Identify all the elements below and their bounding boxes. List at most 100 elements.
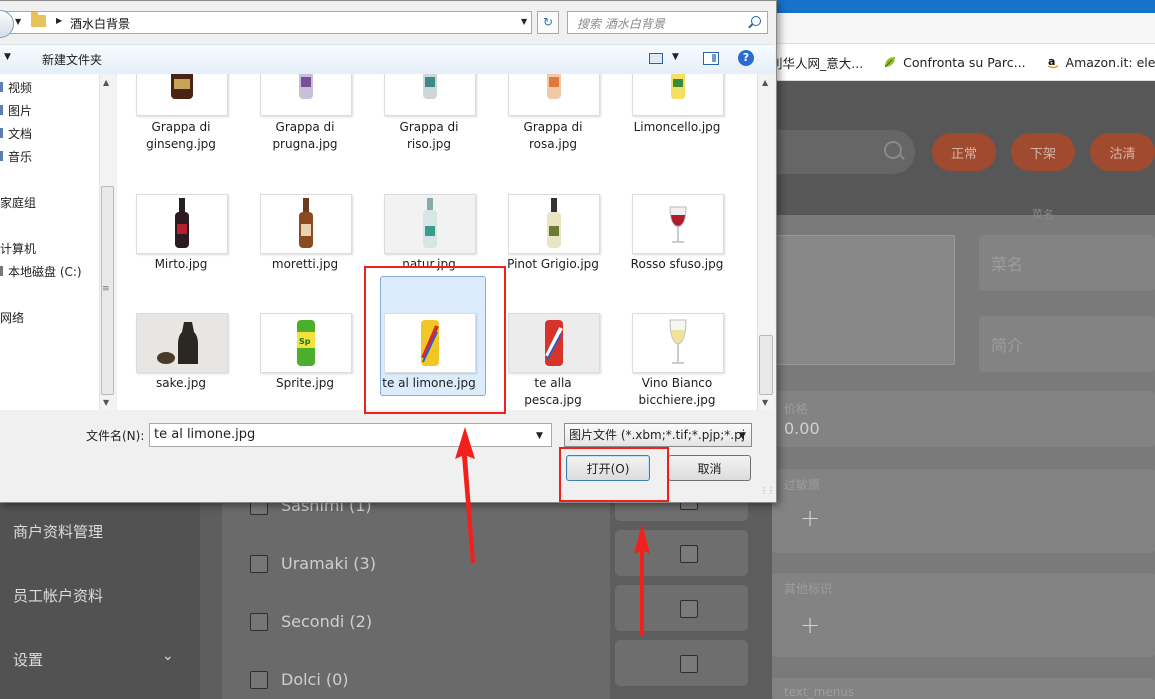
browser-address-area bbox=[770, 13, 1155, 44]
chevron-down-icon[interactable]: ⌄ bbox=[162, 648, 174, 664]
folder-icon bbox=[31, 12, 46, 27]
category-item[interactable]: Secondi (2) bbox=[250, 612, 550, 631]
drive-icon bbox=[0, 266, 3, 276]
category-label: Uramaki (3) bbox=[281, 554, 376, 573]
text-menus-section: text_menus bbox=[772, 678, 1155, 699]
price-value: 0.00 bbox=[784, 419, 820, 438]
nav-item-videos[interactable]: 视频 bbox=[0, 79, 32, 96]
address-dropdown-icon[interactable]: ▼ bbox=[521, 17, 527, 26]
checkbox[interactable] bbox=[250, 612, 268, 631]
nav-item-music[interactable]: 音乐 bbox=[0, 148, 32, 165]
file-thumbnail bbox=[508, 74, 600, 116]
category-item[interactable]: Dolci (0) bbox=[250, 670, 550, 689]
checkbox[interactable] bbox=[680, 545, 698, 563]
file-thumbnail bbox=[632, 194, 724, 254]
filename-input[interactable]: te al limone.jpg bbox=[149, 423, 552, 447]
file-thumbnail bbox=[136, 74, 228, 116]
file-thumbnail bbox=[508, 313, 600, 373]
file-name: Limoncello.jpg bbox=[633, 120, 721, 134]
view-icon[interactable] bbox=[649, 53, 663, 64]
filename-dropdown-icon[interactable]: ▼ bbox=[536, 431, 543, 441]
folder-search-placeholder: 搜索 酒水白背景 bbox=[577, 17, 665, 31]
file-type-dropdown-icon[interactable]: ▼ bbox=[739, 431, 746, 441]
leaf-icon bbox=[883, 55, 897, 69]
category-label: Secondi (2) bbox=[281, 612, 373, 631]
sidebar-item-merchant[interactable]: 商户资料管理 bbox=[13, 521, 193, 542]
file-thumbnail bbox=[384, 194, 476, 254]
file-thumbnail: Sp bbox=[260, 313, 352, 373]
annotation-box-open-button bbox=[559, 447, 669, 502]
file-thumbnail bbox=[384, 74, 476, 116]
music-icon bbox=[0, 151, 3, 161]
history-drop-icon[interactable]: ▼ bbox=[15, 17, 21, 26]
new-folder-button[interactable]: 新建文件夹 bbox=[42, 51, 102, 68]
preview-pane-icon[interactable] bbox=[703, 52, 719, 65]
add-allergen-icon[interactable]: + bbox=[800, 504, 820, 532]
documents-icon bbox=[0, 128, 3, 138]
file-name: Rosso sfuso.jpg bbox=[630, 257, 724, 271]
file-name: Vino Bianco bicchiere.jpg bbox=[638, 376, 716, 407]
status-normal-button[interactable]: 正常 bbox=[932, 133, 996, 171]
bookmark-item[interactable]: Confronta su Parc... bbox=[883, 55, 1026, 70]
help-icon[interactable]: ? bbox=[738, 50, 754, 66]
allergen-label: 过敏原 bbox=[784, 478, 821, 492]
price-field[interactable]: 价格 0.00 bbox=[772, 391, 1155, 447]
file-name: Grappa di riso.jpg bbox=[399, 120, 459, 151]
nav-item-local-disk[interactable]: 本地磁盘 (C:) bbox=[0, 263, 82, 280]
refresh-button[interactable]: ↻ bbox=[537, 11, 559, 34]
scroll-up-icon[interactable]: ▲ bbox=[762, 78, 768, 87]
grip-icon: ≡ bbox=[102, 284, 110, 294]
checkbox[interactable] bbox=[680, 655, 698, 673]
file-name: Pinot Grigio.jpg bbox=[507, 257, 599, 271]
scroll-down-icon[interactable]: ▼ bbox=[103, 398, 109, 407]
bookmark-item[interactable]: 利华人网_意大... bbox=[770, 53, 863, 72]
category-label: Dolci (0) bbox=[281, 670, 349, 689]
search-icon[interactable] bbox=[884, 141, 902, 159]
scroll-down-icon[interactable]: ▼ bbox=[762, 398, 768, 407]
file-scrollbar-thumb[interactable] bbox=[759, 335, 773, 395]
sidebar-item-staff[interactable]: 员工帐户资料 bbox=[13, 585, 193, 606]
status-offshelf-button[interactable]: 下架 bbox=[1011, 133, 1075, 171]
nav-item-documents[interactable]: 文档 bbox=[0, 125, 32, 142]
file-thumbnail bbox=[136, 313, 228, 373]
allergen-section: 过敏原 + bbox=[772, 469, 1155, 553]
amazon-icon: a bbox=[1046, 55, 1060, 69]
nav-item-computer[interactable]: 计算机 bbox=[0, 240, 36, 257]
bookmark-item[interactable]: aAmazon.it: elettr bbox=[1046, 55, 1155, 70]
file-thumbnail bbox=[508, 194, 600, 254]
file-type-select[interactable]: 图片文件 (*.xbm;*.tif;*.pjp;*.pj bbox=[564, 423, 752, 447]
description-input[interactable]: 简介 bbox=[979, 316, 1155, 372]
annotation-arrow-up-icon bbox=[455, 427, 475, 563]
file-name: sake.jpg bbox=[156, 376, 206, 390]
bookmarks-bar: 利华人网_意大... Confronta su Parc... a Amazon.… bbox=[770, 44, 1155, 81]
category-item[interactable]: Uramaki (3) bbox=[250, 554, 550, 573]
breadcrumb-arrow-icon[interactable]: ▶ bbox=[56, 16, 62, 25]
scroll-up-icon[interactable]: ▲ bbox=[103, 78, 109, 87]
nav-item-homegroup[interactable]: 家庭组 bbox=[0, 194, 36, 211]
column-label: 菜名 bbox=[1032, 208, 1054, 221]
search-icon[interactable] bbox=[751, 16, 761, 26]
file-name: te alla pesca.jpg bbox=[524, 376, 582, 407]
checkbox[interactable] bbox=[680, 600, 698, 618]
price-label: 价格 bbox=[784, 402, 809, 416]
checkbox[interactable] bbox=[250, 554, 268, 573]
nav-item-network[interactable]: 网络 bbox=[0, 309, 24, 326]
name-input[interactable]: 菜名 bbox=[979, 235, 1155, 291]
add-tag-icon[interactable]: + bbox=[800, 611, 820, 639]
view-dropdown-icon[interactable]: ▼ bbox=[672, 52, 679, 62]
status-soldout-button[interactable]: 沽清 bbox=[1090, 133, 1155, 171]
nav-item-pictures[interactable]: 图片 bbox=[0, 102, 32, 119]
annotation-arrow-up-icon bbox=[634, 524, 650, 635]
videos-icon bbox=[0, 82, 3, 92]
checkbox[interactable] bbox=[250, 670, 268, 689]
image-upload-box[interactable] bbox=[776, 235, 955, 365]
file-thumbnail bbox=[260, 194, 352, 254]
file-thumbnail bbox=[632, 313, 724, 373]
table-cell bbox=[615, 640, 748, 686]
organize-dropdown-icon[interactable]: ▼ bbox=[4, 52, 11, 62]
resize-grip-icon[interactable]: ⋮⋮ bbox=[760, 486, 775, 495]
text-menus-label: text_menus bbox=[784, 685, 855, 699]
pictures-icon bbox=[0, 105, 3, 115]
file-thumbnail bbox=[632, 74, 724, 116]
cancel-button[interactable]: 取消 bbox=[668, 455, 751, 481]
